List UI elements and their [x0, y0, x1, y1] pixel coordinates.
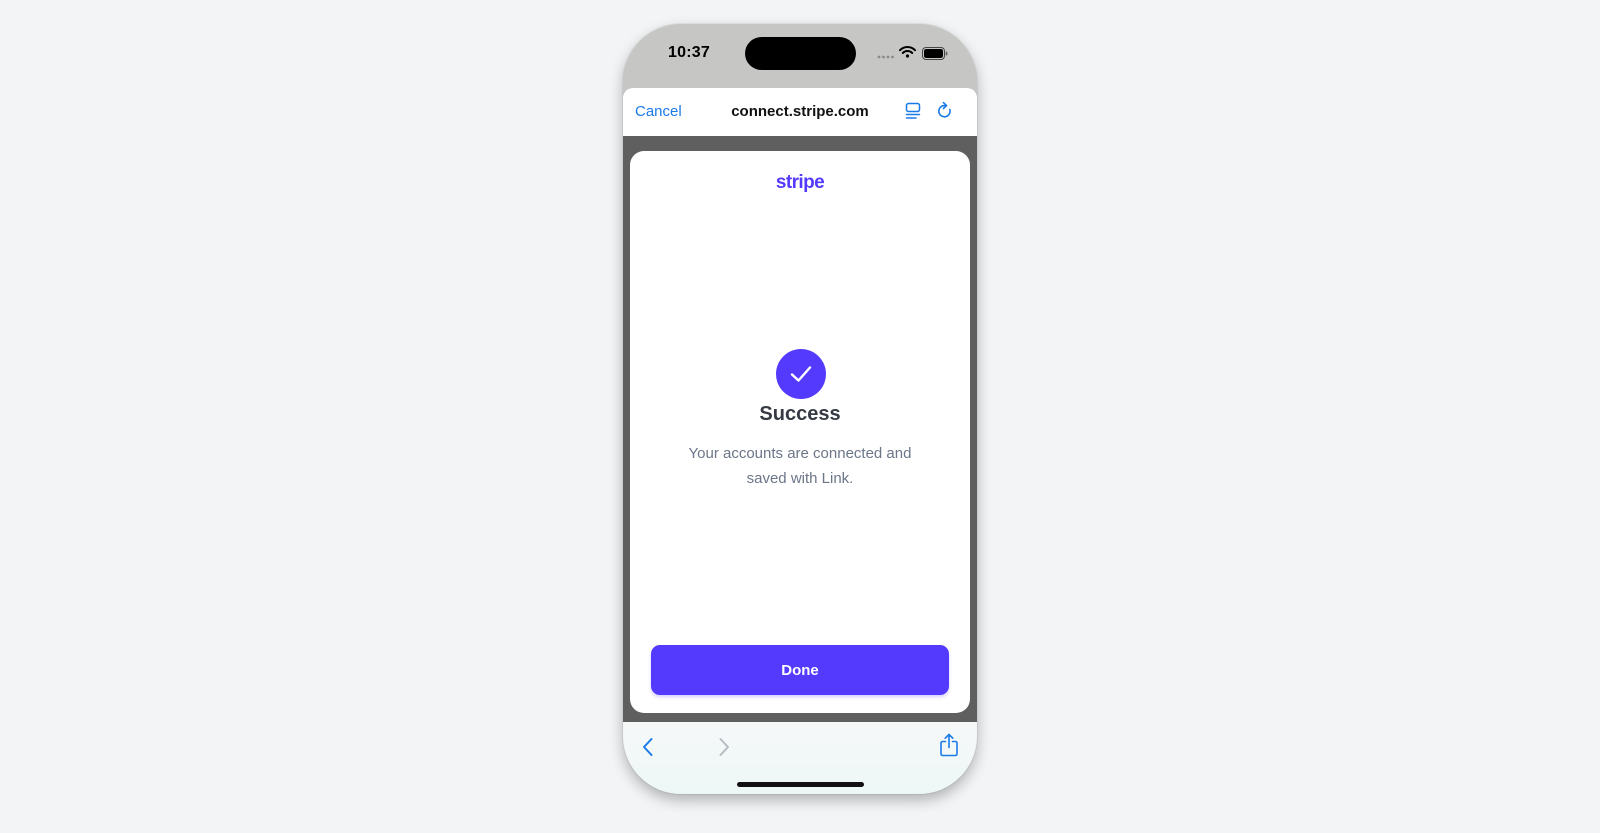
reader-view-icon[interactable] — [905, 102, 921, 120]
success-message: Your accounts are connected and saved wi… — [688, 445, 912, 487]
signal-icon — [877, 55, 894, 59]
wifi-icon — [899, 46, 916, 58]
cancel-button[interactable]: Cancel — [635, 103, 682, 120]
status-time: 10:37 — [668, 44, 710, 61]
share-icon[interactable] — [939, 733, 959, 757]
success-badge — [776, 349, 826, 399]
status-bar: 10:37 — [623, 24, 977, 88]
bottom-toolbar — [623, 722, 977, 794]
browser-bar: Cancel connect.stripe.com — [623, 88, 977, 136]
web-content: stripe Success Your accounts are connect… — [623, 136, 977, 722]
battery-icon — [922, 47, 948, 60]
reload-icon[interactable] — [937, 101, 954, 120]
chevron-right-icon — [719, 738, 729, 756]
stripe-logo: stripe — [775, 172, 825, 193]
chevron-left-icon[interactable] — [641, 736, 655, 758]
checkmark-icon — [790, 366, 812, 382]
phone-frame: 10:37 Cancel connect.stripe.com stripe S… — [623, 24, 977, 794]
url-text[interactable]: connect.stripe.com — [731, 103, 869, 120]
home-indicator[interactable] — [737, 782, 864, 787]
done-button[interactable]: Done — [651, 645, 949, 695]
dynamic-island — [745, 37, 856, 70]
success-card: stripe Success Your accounts are connect… — [630, 151, 970, 713]
page-title: Success — [759, 403, 841, 425]
